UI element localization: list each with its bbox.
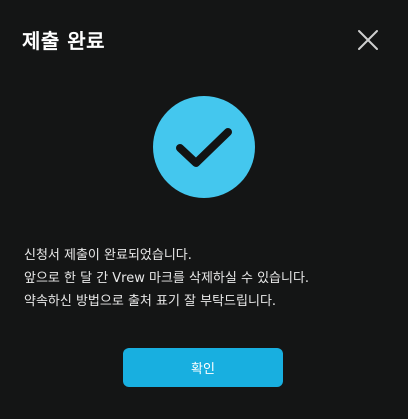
completion-message: 신청서 제출이 완료되었습니다. 앞으로 한 달 간 Vrew 마크를 삭제하실… xyxy=(24,244,394,313)
success-badge xyxy=(153,96,255,198)
message-line-3: 약속하신 방법으로 출처 표기 잘 부탁드립니다. xyxy=(24,294,277,309)
message-line-2: 앞으로 한 달 간 Vrew 마크를 삭제하실 수 있습니다. xyxy=(24,271,310,286)
dialog-title: 제출 완료 xyxy=(22,29,106,53)
confirm-button[interactable]: 확인 xyxy=(123,348,283,387)
check-circle-icon xyxy=(176,128,232,167)
submission-complete-dialog: 제출 완료 신청서 제출이 완료되었습니다. 앞으로 한 달 간 Vrew 마크… xyxy=(0,0,408,419)
message-line-1: 신청서 제출이 완료되었습니다. xyxy=(24,248,192,263)
close-button[interactable] xyxy=(356,28,380,52)
close-icon xyxy=(358,30,378,50)
